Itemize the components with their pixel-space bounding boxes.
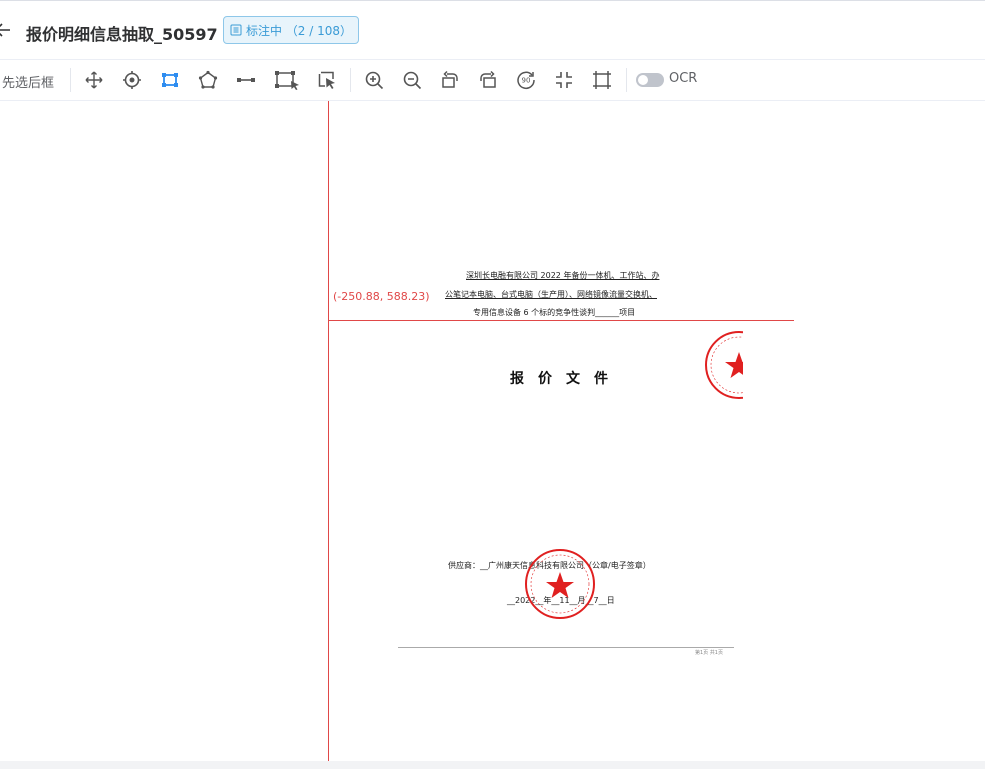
toolbar-divider xyxy=(70,68,71,92)
pointer-select-icon[interactable] xyxy=(315,68,339,92)
arrow-left-icon[interactable] xyxy=(0,21,12,43)
bottom-border xyxy=(0,761,985,769)
list-icon xyxy=(230,24,242,36)
line-tool-icon[interactable] xyxy=(234,68,258,92)
polygon-tool-icon[interactable] xyxy=(196,68,220,92)
page-footer: 第1页 共1页 xyxy=(695,650,723,656)
document-heading-line-3: 专用信息设备 6 个标的竞争性谈判______项目 xyxy=(473,308,636,317)
zoom-out-icon[interactable] xyxy=(400,68,424,92)
ocr-label: OCR xyxy=(669,71,698,86)
document-heading-line-2: 公笔记本电脑、台式电脑（生产用）、网络镜像流量交换机、 xyxy=(445,290,657,299)
zoom-in-icon[interactable] xyxy=(362,68,386,92)
page-title: 报价明细信息抽取_50597 xyxy=(26,25,218,44)
svg-text:90: 90 xyxy=(522,77,531,85)
toolbar-divider xyxy=(626,68,627,92)
shrink-icon[interactable] xyxy=(552,68,576,92)
point-target-icon[interactable] xyxy=(120,68,144,92)
box-select-icon[interactable] xyxy=(272,68,302,92)
select-mode-label[interactable]: 先选后框 xyxy=(2,72,54,91)
document-title: 报价文件 xyxy=(510,371,622,387)
annotation-canvas[interactable]: (-250.88, 588.23) 深圳长电融有限公司 2022 年备份一体机、… xyxy=(0,101,985,761)
toolbar: 先选后框 90 OCR xyxy=(0,60,985,101)
fit-frame-icon[interactable] xyxy=(590,68,614,92)
rotate-right-icon[interactable] xyxy=(476,68,500,92)
cursor-coordinates: (-250.88, 588.23) xyxy=(333,290,430,303)
company-seal-icon xyxy=(525,549,595,619)
header-bar: 报价明细信息抽取_50597 标注中 （2 / 108） xyxy=(0,1,985,60)
toolbar-divider xyxy=(350,68,351,92)
status-badge[interactable]: 标注中 （2 / 108） xyxy=(223,16,359,44)
rotate-90-icon[interactable]: 90 xyxy=(514,68,538,92)
move-icon[interactable] xyxy=(82,68,106,92)
status-text: 标注中 （2 / 108） xyxy=(245,23,353,38)
rectangle-tool-icon[interactable] xyxy=(158,68,182,92)
rotate-left-icon[interactable] xyxy=(438,68,462,92)
seal-stamp-icon xyxy=(705,331,743,399)
crosshair-horizontal xyxy=(328,320,794,321)
document-heading-line-1: 深圳长电融有限公司 2022 年备份一体机、工作站、办 xyxy=(466,271,660,280)
crosshair-vertical xyxy=(328,101,329,761)
ocr-toggle[interactable] xyxy=(636,73,664,87)
footer-divider xyxy=(398,647,734,648)
